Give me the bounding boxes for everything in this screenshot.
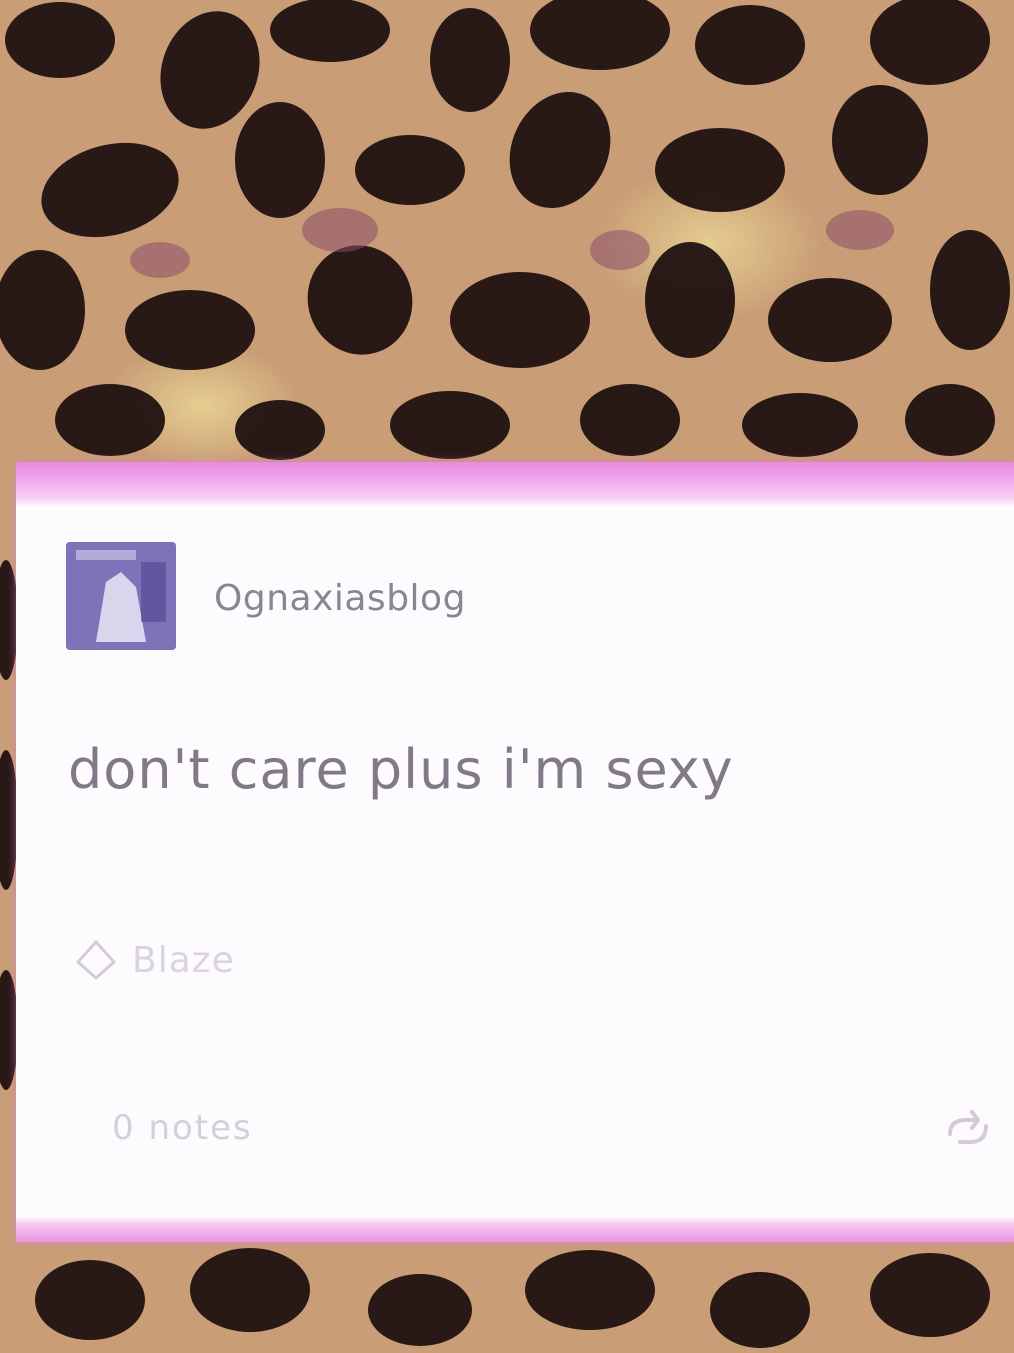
blog-avatar[interactable] [66, 542, 176, 650]
reblog-icon[interactable] [942, 1104, 994, 1156]
tag-icon [75, 939, 117, 981]
blog-name-link[interactable]: Ognaxiasblog [214, 578, 466, 619]
post-card: Ognaxiasblog don't care plus i'm sexy Bl… [16, 462, 1014, 1242]
tag-row[interactable]: Blaze [74, 938, 235, 982]
tag-label: Blaze [132, 939, 235, 981]
avatar-image [66, 542, 176, 650]
post-text: don't care plus i'm sexy [68, 738, 734, 801]
post-body: Ognaxiasblog don't care plus i'm sexy Bl… [16, 508, 1014, 1216]
notes-count[interactable]: 0 notes [112, 1108, 253, 1148]
